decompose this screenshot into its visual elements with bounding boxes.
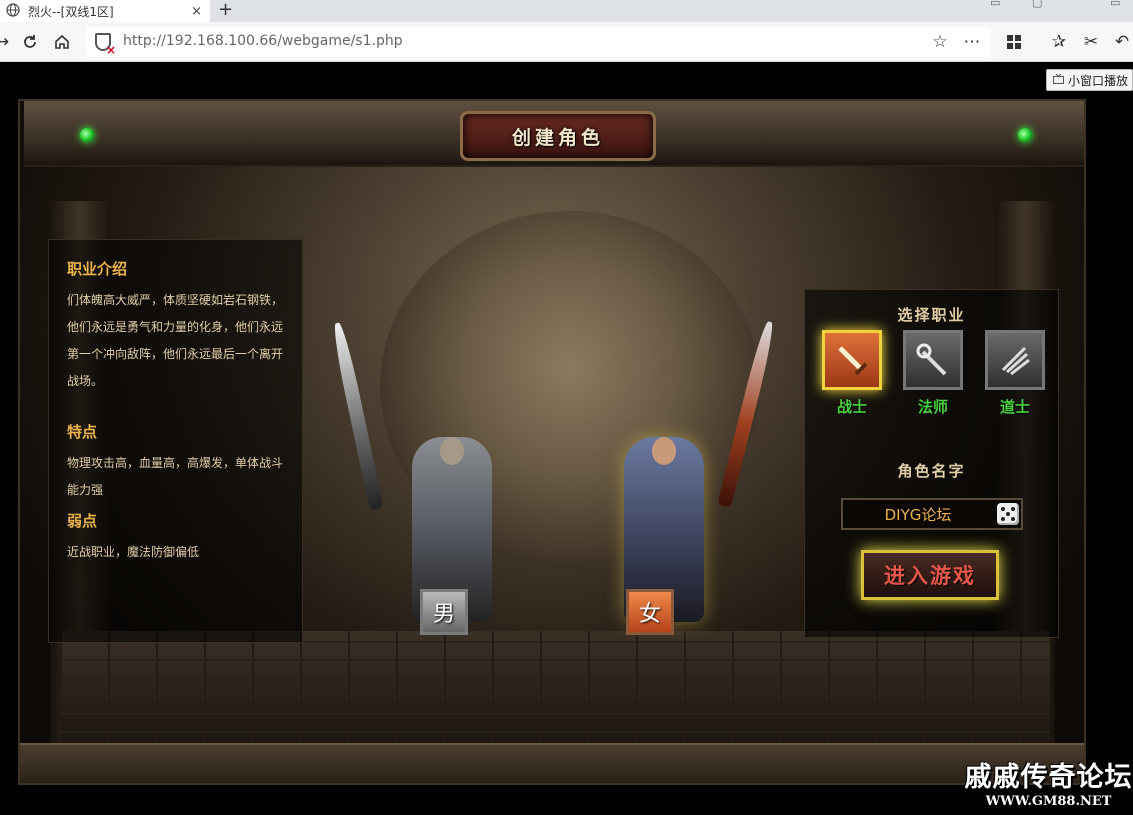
globe-icon bbox=[6, 2, 20, 20]
traits-text: 物理攻击高，血量高，高爆发，单体战斗能力强 bbox=[67, 456, 284, 497]
browser-tab-bar: 烈火--[双线1区] × + ▭ ▢ ▭ bbox=[0, 0, 1133, 22]
url-text[interactable]: http://192.168.100.66/webgame/s1.php bbox=[123, 33, 403, 49]
new-tab-button[interactable]: + bbox=[218, 0, 233, 22]
page-title: 创建角色 bbox=[460, 111, 656, 161]
browser-toolbar: → http://192.168.100.66/webgame/s1.php ☆… bbox=[0, 22, 1133, 62]
female-head bbox=[652, 437, 676, 465]
intro-heading: 职业介绍 bbox=[67, 260, 128, 278]
bottom-bar bbox=[20, 743, 1084, 783]
apps-grid-icon[interactable] bbox=[1002, 30, 1026, 54]
claw-icon bbox=[1001, 346, 1030, 376]
staff-icon bbox=[916, 343, 947, 376]
job-mage-button[interactable] bbox=[903, 330, 963, 390]
weakness-text: 近战职业，魔法防御偏低 bbox=[67, 545, 200, 559]
character-setup-panel: 选择职业 战士 法师 道士 角色名字 进入游戏 bbox=[804, 289, 1059, 638]
female-gender-button[interactable]: 女 bbox=[626, 589, 674, 635]
traits-heading: 特点 bbox=[67, 423, 98, 441]
random-name-dice-icon[interactable] bbox=[997, 503, 1019, 525]
watermark-title: 戚戚传奇论坛 bbox=[964, 762, 1133, 793]
window-maximize-icon[interactable]: ▢ bbox=[1032, 0, 1042, 9]
job-warrior-button[interactable] bbox=[822, 330, 882, 390]
window-minimize-icon[interactable]: ▭ bbox=[990, 0, 1000, 9]
tab-title: 烈火--[双线1区] bbox=[28, 4, 114, 19]
watermark-url: WWW.GM88.NET bbox=[985, 794, 1112, 809]
reload-icon[interactable] bbox=[18, 30, 42, 54]
name-heading: 角色名字 bbox=[897, 462, 966, 480]
enter-game-button[interactable]: 进入游戏 bbox=[861, 550, 999, 600]
favorites-list-icon[interactable]: ✰ bbox=[1047, 30, 1071, 54]
mini-window-play-button[interactable]: 小窗口播放 bbox=[1045, 69, 1133, 91]
job-mage-label[interactable]: 法师 bbox=[903, 396, 963, 417]
character-name-field[interactable] bbox=[841, 498, 1023, 530]
job-taoist-button[interactable] bbox=[985, 330, 1045, 390]
job-warrior-label[interactable]: 战士 bbox=[822, 396, 882, 417]
site-watermark: 戚戚传奇论坛 WWW.GM88.NET bbox=[964, 761, 1133, 809]
shield-warning-icon[interactable] bbox=[95, 33, 116, 57]
window-close-icon[interactable]: ▭ bbox=[1110, 0, 1120, 9]
scissors-icon[interactable]: ✂ bbox=[1079, 30, 1103, 54]
green-gem-icon bbox=[80, 128, 94, 142]
home-icon[interactable] bbox=[50, 30, 74, 54]
create-character-frame: 创建角色 职业介绍 们体魄高大威严，体质坚硬如岩石钢铁，他们永远是勇气和力量的化… bbox=[18, 99, 1086, 785]
sword-icon bbox=[838, 346, 868, 376]
job-taoist-label[interactable]: 道士 bbox=[985, 396, 1045, 417]
favorite-star-icon[interactable]: ☆ bbox=[928, 30, 952, 54]
more-options-icon[interactable]: ⋯ bbox=[960, 30, 984, 54]
brick-floor bbox=[60, 631, 1050, 751]
male-sword-image bbox=[330, 321, 384, 511]
weakness-heading: 弱点 bbox=[67, 512, 98, 530]
male-head bbox=[440, 437, 464, 465]
male-gender-button[interactable]: 男 bbox=[420, 589, 468, 635]
frame-top-border: 创建角色 bbox=[24, 101, 1084, 167]
green-gem-icon bbox=[1018, 128, 1032, 142]
game-page: 小窗口播放 创建角色 职业介绍 们体魄高大威严，体质坚硬如岩石钢铁，他们永远是勇… bbox=[0, 63, 1133, 815]
class-info-panel: 职业介绍 们体魄高大威严，体质坚硬如岩石钢铁，他们永远是勇气和力量的化身，他们永… bbox=[48, 239, 303, 643]
intro-text: 们体魄高大威严，体质坚硬如岩石钢铁，他们永远是勇气和力量的化身，他们永远第一个冲… bbox=[67, 293, 284, 388]
mini-window-play-label: 小窗口播放 bbox=[1067, 73, 1128, 88]
tv-icon bbox=[1052, 73, 1064, 87]
back-arrow-icon[interactable]: → bbox=[0, 30, 14, 54]
select-job-heading: 选择职业 bbox=[897, 306, 966, 324]
undo-icon[interactable]: ↶ bbox=[1110, 30, 1133, 54]
tab-close-button[interactable]: × bbox=[191, 4, 202, 19]
browser-tab[interactable]: 烈火--[双线1区] × bbox=[0, 0, 210, 22]
address-bar[interactable]: http://192.168.100.66/webgame/s1.php ☆ ⋯ bbox=[86, 27, 991, 57]
character-name-input[interactable] bbox=[843, 500, 993, 528]
